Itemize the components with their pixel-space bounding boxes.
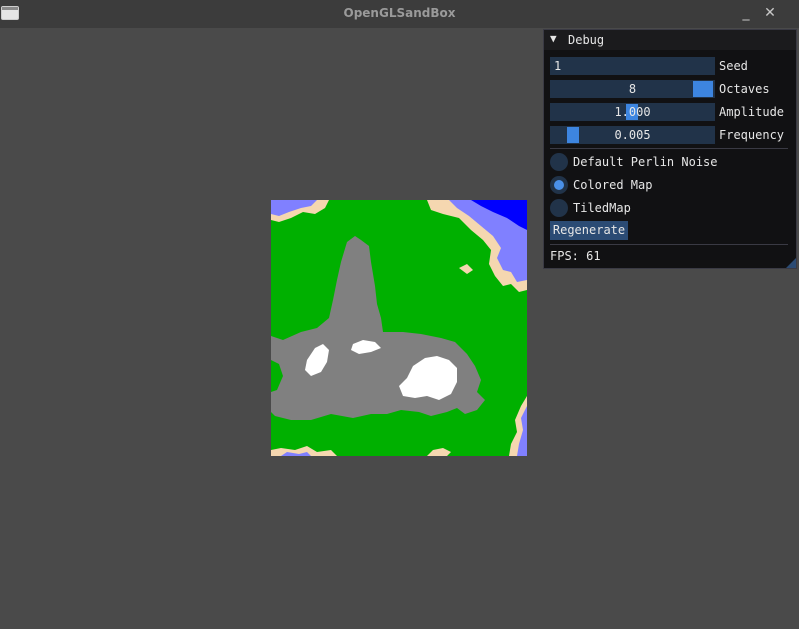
radio-colored-map[interactable]: Colored Map bbox=[550, 175, 750, 195]
separator bbox=[550, 148, 788, 149]
radio-tiled-map[interactable]: TiledMap bbox=[550, 198, 750, 218]
debug-panel: ▼ Debug 1 Seed 8 Octaves 1.000 Amplitude… bbox=[543, 29, 797, 269]
seed-value: 1 bbox=[554, 59, 562, 73]
frequency-row: 0.005 Frequency bbox=[550, 126, 790, 144]
resize-grip-icon[interactable] bbox=[786, 258, 796, 268]
frequency-value: 0.005 bbox=[614, 128, 651, 142]
octaves-slider[interactable]: 8 bbox=[550, 80, 715, 98]
radio-colored-map-circle[interactable] bbox=[550, 176, 568, 194]
radio-tiled-map-label: TiledMap bbox=[573, 201, 631, 215]
debug-panel-header[interactable]: ▼ Debug bbox=[544, 30, 796, 50]
amplitude-value: 1.000 bbox=[614, 105, 651, 119]
seed-input[interactable]: 1 bbox=[550, 57, 715, 75]
regenerate-button[interactable]: Regenerate bbox=[550, 221, 628, 240]
octaves-row: 8 Octaves bbox=[550, 80, 790, 98]
collapse-arrow-icon[interactable]: ▼ bbox=[550, 32, 557, 45]
fps-readout: FPS: 61 bbox=[550, 249, 601, 263]
radio-default-perlin-label: Default Perlin Noise bbox=[573, 155, 718, 169]
debug-panel-title: Debug bbox=[568, 33, 605, 47]
seed-label: Seed bbox=[719, 59, 748, 73]
separator bbox=[550, 244, 788, 245]
amplitude-slider[interactable]: 1.000 bbox=[550, 103, 715, 121]
terrain-map bbox=[271, 200, 527, 456]
amplitude-label: Amplitude bbox=[719, 105, 785, 119]
octaves-value: 8 bbox=[628, 82, 637, 96]
minimize-button[interactable]: _ bbox=[738, 5, 754, 21]
window-title: OpenGLSandBox bbox=[343, 6, 456, 20]
frequency-label: Frequency bbox=[719, 128, 785, 142]
amplitude-row: 1.000 Amplitude bbox=[550, 103, 790, 121]
radio-default-perlin[interactable]: Default Perlin Noise bbox=[550, 152, 750, 172]
frequency-slider[interactable]: 0.005 bbox=[550, 126, 715, 144]
seed-row: 1 Seed bbox=[550, 57, 790, 75]
octaves-label: Octaves bbox=[719, 82, 770, 96]
window-titlebar[interactable]: OpenGLSandBox _ ✕ bbox=[0, 0, 799, 28]
radio-tiled-map-circle[interactable] bbox=[550, 199, 568, 217]
radio-colored-map-label: Colored Map bbox=[573, 178, 653, 192]
close-button[interactable]: ✕ bbox=[762, 5, 778, 21]
radio-default-perlin-circle[interactable] bbox=[550, 153, 568, 171]
